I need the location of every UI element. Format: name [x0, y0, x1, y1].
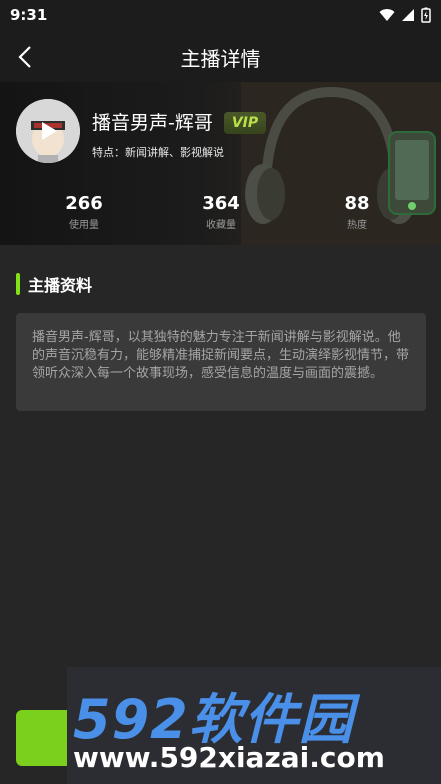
- play-icon[interactable]: [40, 121, 58, 141]
- anchor-name: 播音男声-辉哥: [92, 112, 213, 134]
- watermark: 592软件园 www.592xiazai.com: [67, 667, 441, 784]
- section-title: 主播资料: [28, 276, 93, 295]
- stat-favorites: 364 收藏量: [171, 193, 271, 231]
- avatar[interactable]: [16, 99, 80, 163]
- anchor-features: 特点：新闻讲解、影视解说: [92, 146, 224, 159]
- stat-value: 266: [65, 193, 103, 214]
- section-heading: 主播资料: [16, 272, 92, 296]
- signal-icon: [402, 9, 414, 21]
- section-accent-bar: [16, 273, 20, 295]
- battery-icon: [421, 7, 431, 23]
- page-title: 主播详情: [180, 47, 261, 71]
- stat-usage: 266 使用量: [34, 193, 134, 231]
- status-icons: [379, 6, 431, 24]
- stat-label: 收藏量: [206, 220, 236, 231]
- stat-label: 热度: [347, 220, 367, 231]
- vip-badge: VIP: [224, 112, 266, 134]
- anchor-header: 播音男声-辉哥 VIP 特点：新闻讲解、影视解说 266 使用量 364 收藏量…: [0, 82, 441, 245]
- status-bar: 9:31: [0, 0, 441, 30]
- stat-label: 使用量: [69, 220, 99, 231]
- profile-description: 播音男声-辉哥，以其独特的魅力专注于新闻讲解与影视解说。他的声音沉稳有力，能够精…: [32, 330, 410, 381]
- status-time: 9:31: [10, 6, 48, 24]
- stat-value: 88: [344, 193, 370, 214]
- stat-value: 364: [202, 193, 240, 214]
- stat-popularity: 88 热度: [307, 193, 407, 231]
- nav-bar: 主播详情: [0, 30, 441, 82]
- profile-card: 播音男声-辉哥，以其独特的魅力专注于新闻讲解与影视解说。他的声音沉稳有力，能够精…: [16, 313, 426, 411]
- wifi-icon: [379, 9, 395, 21]
- watermark-url: www.592xiazai.com: [73, 741, 385, 774]
